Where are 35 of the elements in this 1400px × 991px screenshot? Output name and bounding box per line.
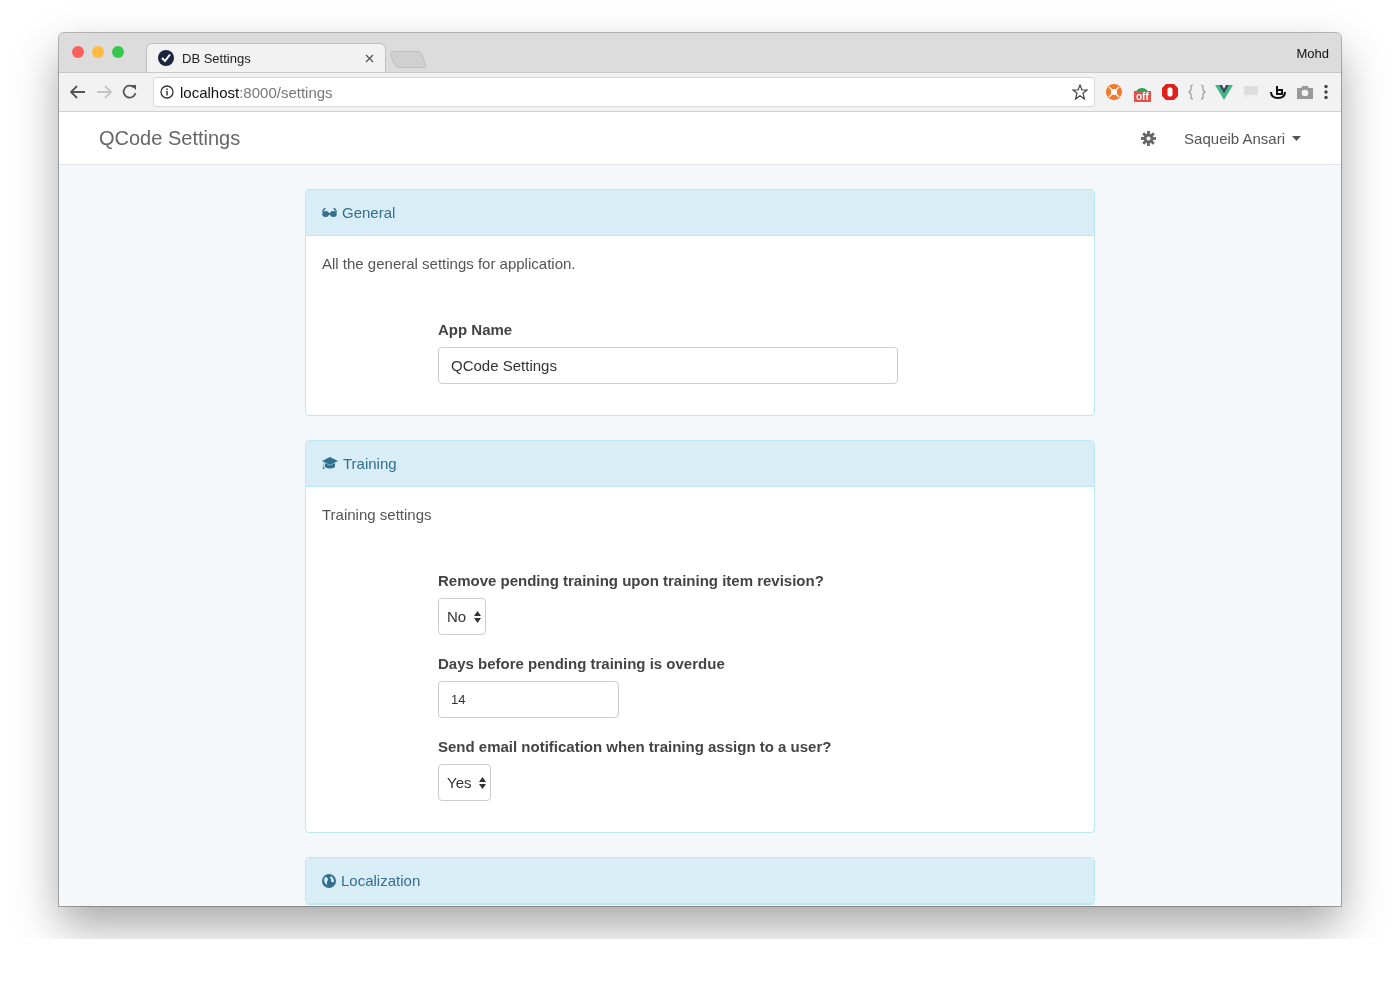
menu-icon[interactable] [1323,84,1329,100]
check-icon [158,50,174,66]
user-menu[interactable]: Saqueib Ansari [1184,129,1301,147]
field-label: Days before pending training is overdue [438,654,725,674]
close-tab-icon[interactable] [365,53,374,63]
browser-tab[interactable]: DB Settings [146,43,386,72]
camera-icon[interactable] [1296,84,1314,100]
extension-icon[interactable] [1269,84,1287,100]
field-label: Remove pending training upon training item revision? [438,571,824,591]
up-down-arrows-icon [479,776,487,789]
settings-icon[interactable] [1141,130,1157,146]
text-field[interactable]: QCode Settings [438,347,898,384]
number-field[interactable]: 14 [438,681,619,718]
profile-name[interactable]: Mohd [1296,46,1329,61]
panel-title: General [342,204,396,221]
globe-icon [322,873,336,888]
info-icon[interactable] [160,85,174,99]
panel-title: Localization [341,872,421,889]
star-icon[interactable] [1072,84,1088,100]
v-logo-icon[interactable] [1215,84,1233,100]
panel-description: Training settings [322,505,433,525]
graduation-cap-icon [322,457,338,470]
braces-icon[interactable] [1188,84,1206,100]
stop-hand-icon[interactable] [1161,83,1179,101]
panel-title: Training [343,455,397,472]
address-bar[interactable]: localhost:8000/settings [153,77,1095,107]
glasses-icon [322,207,337,218]
caret-icon [1292,135,1301,141]
select-field[interactable]: No [438,598,487,635]
field-label: Send email notification when training assign to a user? [438,737,832,757]
panel-description: All the general settings for application. [322,254,577,274]
up-down-arrows-icon [474,610,482,623]
select-field[interactable]: Yes [438,764,492,801]
brand-link[interactable]: QCode Settings [99,126,1142,150]
field-label: App Name [438,320,513,340]
